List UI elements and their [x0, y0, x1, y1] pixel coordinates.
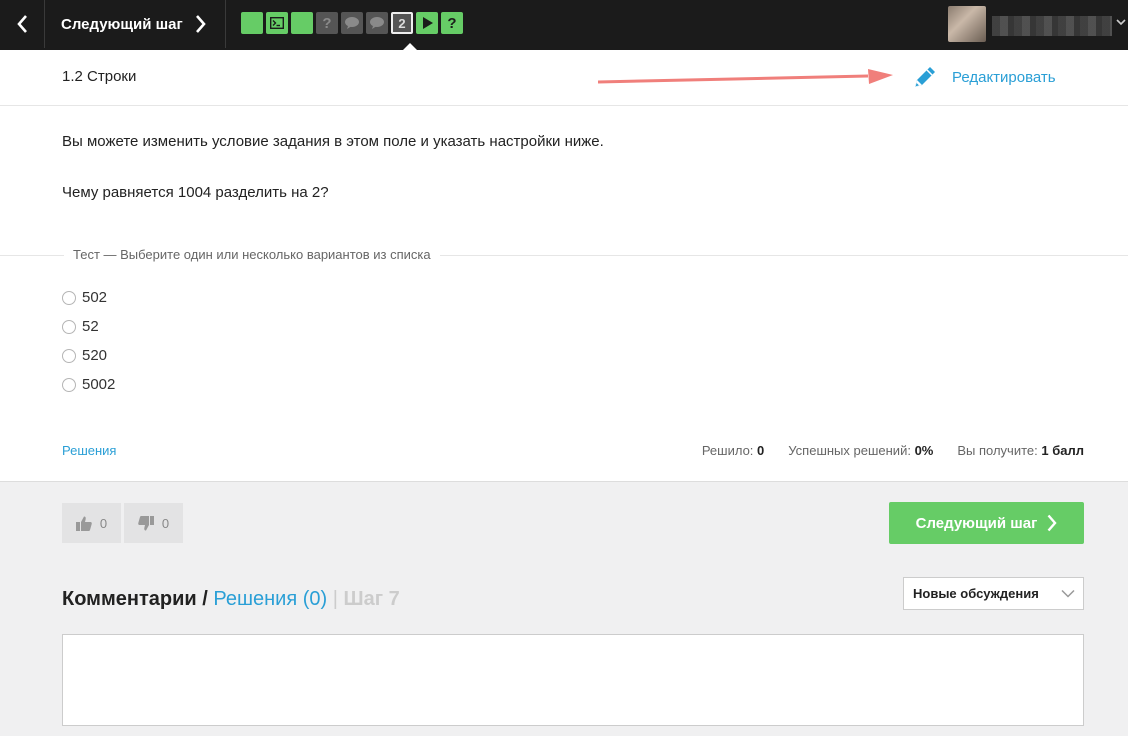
pipe-separator: | [327, 588, 344, 610]
top-navbar: Следующий шаг ? 2 ? [0, 0, 1128, 51]
thumbs-down-icon [138, 515, 154, 530]
quiz-option[interactable]: 52 [62, 312, 115, 341]
next-step-button[interactable]: Следующий шаг [889, 502, 1084, 544]
task-question: Чему равняется 1004 разделить на 2? [62, 184, 329, 201]
reward-value: 1 балл [1041, 443, 1084, 458]
username-blurred[interactable] [992, 16, 1112, 36]
step-2-code[interactable] [266, 12, 288, 34]
speech-bubble-icon [345, 17, 359, 29]
edit-button[interactable]: Редактировать [912, 64, 1056, 90]
question-icon: ? [322, 14, 332, 32]
chevron-right-icon [1047, 514, 1057, 532]
step-navigation: ? 2 ? [241, 12, 466, 34]
step-5-discussion[interactable] [341, 12, 363, 34]
lesson-title: 1.2 Строки [62, 68, 137, 85]
option-radio[interactable] [62, 377, 76, 392]
chevron-down-icon[interactable] [1116, 18, 1126, 26]
step-9-quiz[interactable]: ? [441, 12, 463, 34]
option-label: 502 [82, 289, 108, 306]
speech-bubble-icon [370, 17, 384, 29]
step-7-current[interactable]: 2 [391, 12, 413, 34]
chevron-down-icon [1061, 589, 1075, 598]
success-stat: Успешных решений: 0% [788, 443, 933, 458]
next-step-label: Следующий шаг [915, 514, 1038, 532]
step-4-quiz[interactable]: ? [316, 12, 338, 34]
avatar[interactable] [948, 6, 986, 42]
quiz-option[interactable]: 520 [62, 341, 115, 370]
option-radio[interactable] [62, 348, 76, 363]
step-label: Шаг 7 [343, 588, 400, 610]
quiz-option[interactable]: 502 [62, 283, 115, 312]
sort-selected-value: Новые обсуждения [913, 586, 1039, 601]
like-button[interactable]: 0 [62, 503, 121, 543]
comments-heading: Комментарии / Решения (0) | Шаг 7 [62, 588, 400, 611]
option-label: 5002 [82, 376, 116, 393]
step-3-text[interactable] [291, 12, 313, 34]
success-value: 0% [914, 443, 934, 458]
solved-label: Решило: [701, 443, 754, 458]
option-label: 52 [82, 318, 99, 335]
current-step-number: 2 [398, 15, 406, 31]
prev-step-button[interactable] [0, 0, 45, 48]
quiz-option[interactable]: 5002 [62, 370, 115, 399]
tab-separator: / [196, 588, 214, 610]
like-count: 0 [99, 515, 108, 531]
reward-label: Вы получите: [957, 443, 1038, 458]
next-step-top-label: Следующий шаг [61, 15, 183, 33]
chevron-left-icon [17, 15, 27, 33]
comment-input[interactable] [62, 634, 1084, 726]
option-radio[interactable] [62, 290, 76, 305]
step-6-discussion[interactable] [366, 12, 388, 34]
next-step-top-button[interactable]: Следующий шаг [45, 0, 226, 48]
annotation-arrow [598, 69, 893, 84]
comments-tab[interactable]: Комментарии [62, 588, 197, 610]
comments-sort-select[interactable]: Новые обсуждения [903, 577, 1084, 610]
terminal-icon [270, 17, 284, 29]
success-label: Успешных решений: [788, 443, 911, 458]
task-description: Вы можете изменить условие задания в это… [62, 133, 604, 150]
thumbs-up-icon [75, 516, 92, 531]
reward-stat: Вы получите: 1 балл [957, 443, 1084, 458]
quiz-legend: Тест — Выберите один или несколько вариа… [64, 247, 440, 262]
option-label: 520 [82, 347, 108, 364]
solutions-tab[interactable]: Решения (0) [213, 588, 327, 610]
step-8-video[interactable] [416, 12, 438, 34]
step-stats: Решило: 0 Успешных решений: 0% Вы получи… [678, 443, 1084, 458]
pencil-icon [915, 67, 935, 87]
dislike-count: 0 [161, 515, 170, 531]
solved-stat: Решило: 0 [702, 443, 764, 458]
solutions-link[interactable]: Решения [62, 443, 116, 458]
edit-label: Редактировать [952, 68, 1056, 86]
question-icon: ? [447, 14, 457, 32]
step-1-text[interactable] [241, 12, 263, 34]
quiz-options: 502 52 520 5002 [62, 283, 115, 399]
solved-value: 0 [757, 443, 765, 458]
dislike-button[interactable]: 0 [124, 503, 183, 543]
play-icon [423, 17, 433, 29]
chevron-right-icon [195, 15, 206, 33]
option-radio[interactable] [62, 319, 76, 334]
